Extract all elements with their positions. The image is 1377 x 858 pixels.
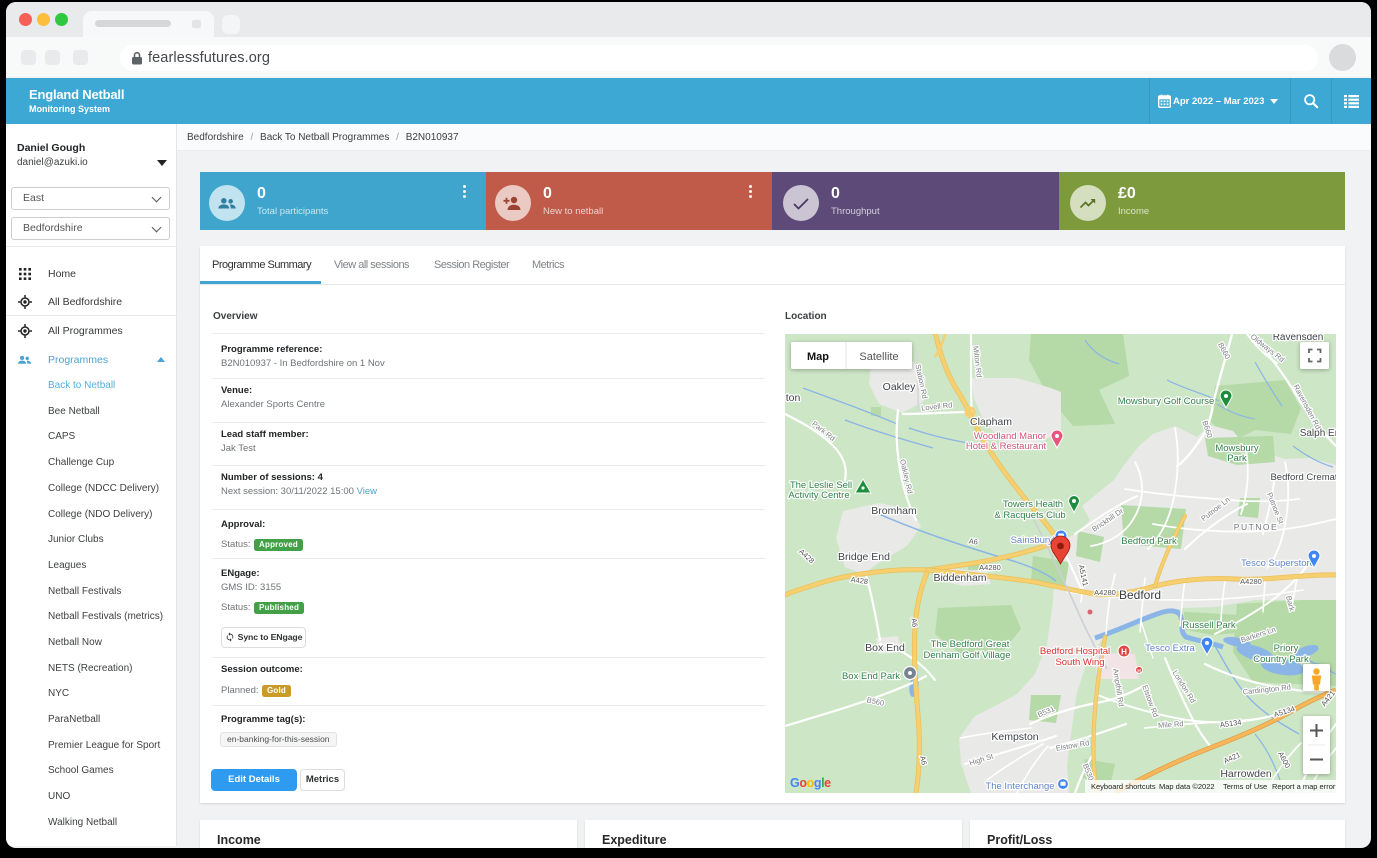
svg-text:The Bedford Great: The Bedford Great bbox=[931, 639, 1010, 650]
svg-text:Activity Centre: Activity Centre bbox=[788, 490, 849, 501]
svg-text:Bromham: Bromham bbox=[871, 505, 917, 517]
svg-text:Report a map error: Report a map error bbox=[1272, 782, 1336, 791]
svg-text:Russell Park: Russell Park bbox=[1182, 620, 1236, 631]
svg-text:Bedford Cremat: Bedford Cremat bbox=[1270, 472, 1336, 483]
svg-text:Harrowden: Harrowden bbox=[1220, 768, 1272, 780]
svg-text:Keyboard shortcuts: Keyboard shortcuts bbox=[1091, 782, 1156, 791]
svg-text:Google: Google bbox=[790, 776, 831, 790]
svg-text:Kempston: Kempston bbox=[991, 731, 1038, 743]
svg-text:Park: Park bbox=[1227, 453, 1247, 464]
svg-text:A4280: A4280 bbox=[1094, 588, 1116, 597]
svg-text:Mowsbury Golf Course: Mowsbury Golf Course bbox=[1118, 396, 1215, 407]
svg-text:Priory: Priory bbox=[1274, 643, 1299, 654]
svg-text:Box End: Box End bbox=[865, 642, 905, 654]
svg-text:Terms of Use: Terms of Use bbox=[1223, 782, 1267, 791]
svg-text:PUTNOE: PUTNOE bbox=[1234, 522, 1278, 532]
svg-text:Box End Park: Box End Park bbox=[842, 671, 900, 682]
svg-text:& Racquets Club: & Racquets Club bbox=[994, 510, 1065, 521]
svg-text:ton: ton bbox=[786, 392, 801, 404]
svg-text:A6: A6 bbox=[918, 755, 929, 766]
svg-text:Bridge End: Bridge End bbox=[838, 551, 890, 563]
svg-text:Bedford Park: Bedford Park bbox=[1121, 536, 1177, 547]
svg-text:Hotel & Restaurant: Hotel & Restaurant bbox=[966, 441, 1047, 452]
svg-text:Bedford: Bedford bbox=[1119, 588, 1161, 602]
svg-text:H: H bbox=[1137, 669, 1141, 675]
svg-text:A6: A6 bbox=[968, 536, 978, 546]
svg-text:A6: A6 bbox=[909, 617, 919, 627]
svg-text:The Interchange: The Interchange bbox=[985, 781, 1054, 792]
svg-text:Oakley: Oakley bbox=[883, 381, 916, 393]
svg-text:Map: Map bbox=[807, 351, 829, 363]
svg-text:Country Park: Country Park bbox=[1253, 654, 1309, 665]
svg-text:H: H bbox=[1121, 648, 1127, 657]
svg-text:Satellite: Satellite bbox=[859, 351, 898, 363]
svg-text:Towers Health: Towers Health bbox=[1003, 499, 1063, 510]
svg-text:Mile Rd: Mile Rd bbox=[1158, 719, 1184, 730]
svg-text:Clapham: Clapham bbox=[970, 416, 1012, 428]
svg-text:A4280: A4280 bbox=[979, 563, 1001, 572]
svg-text:South Wing: South Wing bbox=[1055, 657, 1104, 668]
svg-text:Map data ©2022: Map data ©2022 bbox=[1159, 782, 1215, 791]
svg-text:Biddenham: Biddenham bbox=[933, 572, 986, 584]
svg-text:Bedford Hospital: Bedford Hospital bbox=[1040, 646, 1110, 657]
svg-text:Ravensden: Ravensden bbox=[1273, 334, 1324, 343]
svg-text:Salph En: Salph En bbox=[1300, 428, 1336, 439]
svg-text:A4280: A4280 bbox=[1240, 577, 1262, 586]
svg-text:Denham Golf Village: Denham Golf Village bbox=[924, 650, 1011, 661]
svg-text:Tesco Superstore: Tesco Superstore bbox=[1241, 558, 1315, 569]
svg-text:Tesco Extra: Tesco Extra bbox=[1145, 643, 1195, 654]
